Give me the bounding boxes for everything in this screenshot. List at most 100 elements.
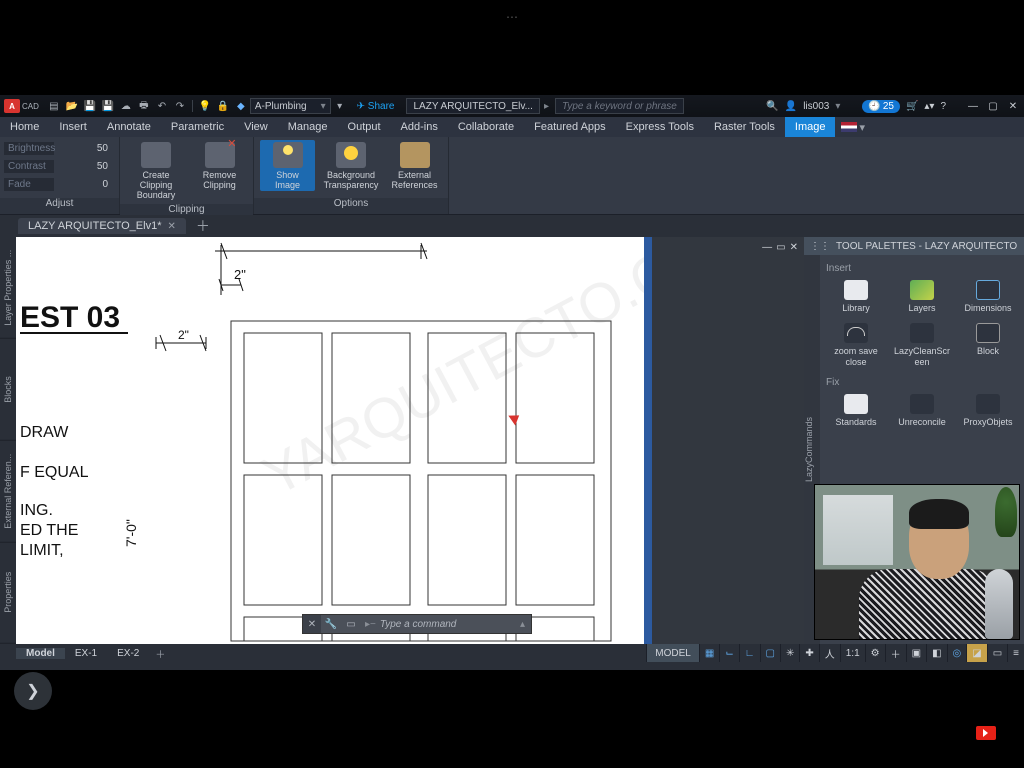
contrast-slider[interactable]: Contrast50	[4, 157, 114, 175]
tool-layers[interactable]: Layers	[892, 280, 952, 313]
timer-badge[interactable]: 🕘 25	[862, 100, 900, 113]
panel-label: Options	[254, 198, 448, 214]
layer-dropdown[interactable]: A-Plumbing ▾	[250, 98, 331, 114]
tab-collaborate[interactable]: Collaborate	[448, 117, 524, 137]
hw-icon[interactable]: ◎	[947, 644, 967, 662]
close-icon[interactable]: ✕	[1006, 101, 1020, 112]
add-layout-button[interactable]: ＋	[155, 646, 165, 661]
apps-icon[interactable]: ▴▾	[924, 101, 934, 112]
layer-icon[interactable]: ◆	[233, 99, 249, 113]
undo-icon[interactable]: ↶	[154, 99, 170, 113]
close-icon[interactable]: ✕	[167, 221, 175, 232]
saveas-icon[interactable]: 💾	[100, 99, 116, 113]
grip-icon[interactable]: ⋮⋮	[810, 241, 830, 252]
command-line[interactable]: ✕ 🔧 ▭ ▸− Type a command ▴	[302, 614, 532, 634]
dyn-icon[interactable]: 人	[819, 644, 840, 662]
save-icon[interactable]: 💾	[82, 99, 98, 113]
minimize-icon[interactable]: —	[966, 101, 980, 112]
tab-insert[interactable]: Insert	[49, 117, 97, 137]
create-clipping-boundary-button[interactable]: Create ClippingBoundary	[126, 140, 186, 201]
tool-proxy-objects[interactable]: ProxyObjets	[958, 394, 1018, 427]
tab-image[interactable]: Image	[785, 117, 836, 137]
vp-icon[interactable]: ▣	[906, 644, 926, 662]
tab-manage[interactable]: Manage	[278, 117, 338, 137]
tab-addins[interactable]: Add-ins	[391, 117, 448, 137]
cmd-close-icon[interactable]: ✕	[303, 615, 321, 633]
vp-minimize-icon[interactable]: —	[762, 242, 772, 253]
vp-restore-icon[interactable]: ▭	[776, 242, 785, 253]
polar-icon[interactable]: ▢	[760, 644, 780, 662]
web-icon[interactable]: ☁	[118, 99, 134, 113]
file-tab[interactable]: LAZY ARQUITECTO_Elv1* ✕	[18, 218, 186, 234]
plot-icon[interactable]: 🖶	[136, 99, 152, 113]
brightness-slider[interactable]: Brightness50	[4, 139, 114, 157]
gear-icon[interactable]: ⚙	[865, 644, 885, 662]
new-tab-button[interactable]: ＋	[196, 216, 210, 236]
flag-icon[interactable]	[841, 122, 857, 132]
scale-dropdown[interactable]: 1:1	[840, 644, 865, 662]
tool-zoom-save-close[interactable]: zoom save close	[826, 323, 886, 367]
new-icon[interactable]: ▤	[46, 99, 62, 113]
show-image-button[interactable]: ShowImage	[260, 140, 315, 191]
search-icon[interactable]: 🔍	[766, 101, 778, 112]
properties-tab[interactable]: Properties	[0, 542, 16, 644]
share-button[interactable]: ✈ Share	[357, 101, 395, 112]
username[interactable]: lis003	[803, 101, 829, 112]
tab-ex2[interactable]: EX-2	[107, 648, 149, 659]
cmd-settings-icon[interactable]: 🔧	[321, 619, 341, 630]
lock-icon[interactable]: 🔒	[215, 99, 231, 113]
tool-library[interactable]: Library	[826, 280, 886, 313]
tool-dimensions[interactable]: Dimensions	[958, 280, 1018, 313]
tool-clean-screen[interactable]: LazyCleanScr een	[892, 323, 952, 367]
background-transparency-button[interactable]: BackgroundTransparency	[321, 140, 381, 191]
ortho-icon[interactable]: ∟	[739, 644, 760, 662]
model-space-bg[interactable]: — ▭ ✕	[652, 237, 804, 644]
tool-standards[interactable]: Standards	[826, 394, 886, 427]
chevron-up-icon[interactable]: ▴	[514, 619, 531, 630]
iso-icon[interactable]: ◧	[926, 644, 946, 662]
vp-close-icon[interactable]: ✕	[790, 242, 798, 253]
clean-icon[interactable]: ◪	[966, 644, 986, 662]
tab-output[interactable]: Output	[338, 117, 391, 137]
drawing-canvas[interactable]: YARQUITECTO.C EST 03 2" 2" 7'-0" DRAW	[16, 237, 652, 644]
tab-ex1[interactable]: EX-1	[65, 648, 107, 659]
tab-featured[interactable]: Featured Apps	[524, 117, 616, 137]
grid-icon[interactable]: ▦	[699, 644, 719, 662]
tool-unreconcile[interactable]: Unreconcile	[892, 394, 952, 427]
palette-titlebar[interactable]: ⋮⋮ TOOL PALETTES - LAZY ARQUITECTO	[804, 237, 1024, 255]
modelspace-toggle[interactable]: MODEL	[646, 644, 699, 662]
tab-express[interactable]: Express Tools	[616, 117, 704, 137]
fade-slider[interactable]: Fade0	[4, 175, 114, 193]
cmd-recent-icon[interactable]: ▭	[341, 619, 361, 630]
tab-parametric[interactable]: Parametric	[161, 117, 234, 137]
plus-icon[interactable]: ＋	[885, 644, 906, 662]
more-icon[interactable]: ▾	[332, 99, 348, 113]
bulb-icon[interactable]: 💡	[197, 99, 213, 113]
layer-properties-tab[interactable]: Layer Properties ...	[0, 237, 16, 339]
open-icon[interactable]: 📂	[64, 99, 80, 113]
cart-icon[interactable]: 🛒	[906, 101, 918, 112]
osnap-icon[interactable]: ✳	[780, 644, 799, 662]
tab-home[interactable]: Home	[0, 117, 49, 137]
tool-block[interactable]: Block	[958, 323, 1018, 367]
menu-icon[interactable]: ≡	[1007, 644, 1024, 662]
blocks-tab[interactable]: Blocks	[0, 339, 16, 441]
search-input[interactable]: Type a keyword or phrase	[555, 98, 684, 114]
redo-icon[interactable]: ↷	[172, 99, 188, 113]
next-button[interactable]: ❯	[14, 672, 52, 710]
otrack-icon[interactable]: ✚	[799, 644, 818, 662]
youtube-subscribe-icon[interactable]	[976, 726, 996, 740]
xref-tab[interactable]: External Referen...	[0, 441, 16, 543]
tab-model[interactable]: Model	[16, 648, 65, 659]
tab-raster[interactable]: Raster Tools	[704, 117, 785, 137]
user-icon[interactable]: 👤	[785, 101, 797, 112]
remove-clipping-button[interactable]: RemoveClipping	[192, 140, 247, 191]
help-icon[interactable]: ?	[940, 101, 946, 112]
custom-icon[interactable]: ▭	[987, 644, 1007, 662]
snap-icon[interactable]: ⌙	[719, 644, 738, 662]
tab-view[interactable]: View	[234, 117, 278, 137]
tab-annotate[interactable]: Annotate	[97, 117, 161, 137]
maximize-icon[interactable]: ▢	[986, 101, 1000, 112]
external-references-button[interactable]: ExternalReferences	[387, 140, 442, 191]
app-logo[interactable]: A	[4, 99, 20, 113]
